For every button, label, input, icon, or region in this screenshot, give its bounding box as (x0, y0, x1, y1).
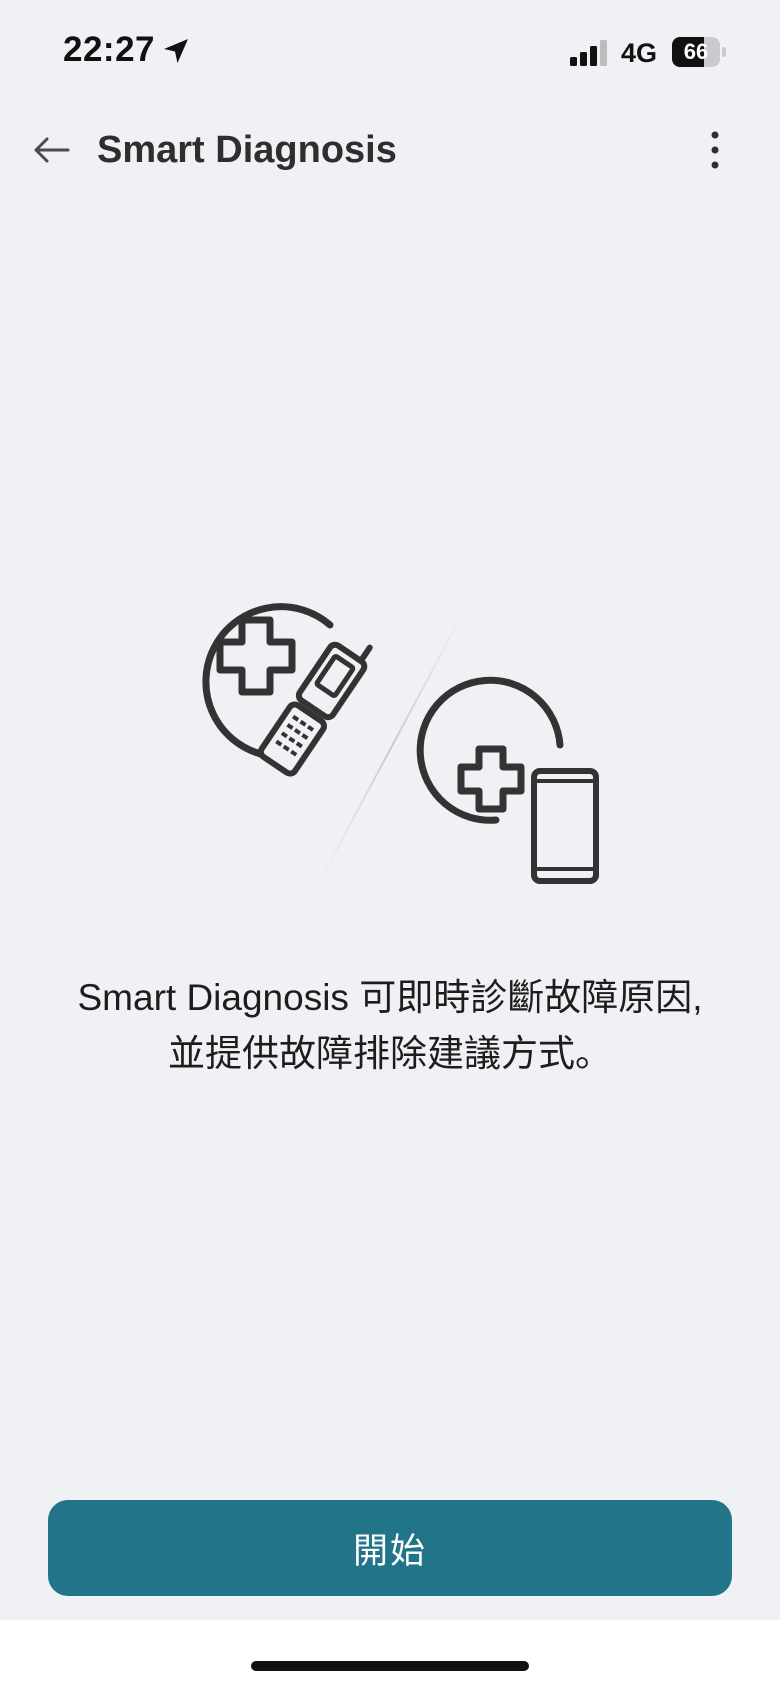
app-header: Smart Diagnosis (0, 110, 780, 190)
feature-phone-diagnosis-group (202, 603, 373, 777)
page-title: Smart Diagnosis (97, 129, 397, 171)
smartphone-diagnosis-group (416, 676, 599, 884)
status-bar: 22:27 4G 66 (0, 0, 780, 100)
network-type-label: 4G (621, 38, 658, 68)
back-button[interactable] (22, 120, 82, 180)
more-options-button[interactable] (690, 120, 740, 180)
description-text: Smart Diagnosis 可即時診斷故障原因, 並提供故障排除建議方式。 (40, 970, 740, 1082)
start-button[interactable]: 開始 (48, 1500, 732, 1596)
battery-icon: 66 (672, 37, 726, 67)
app-screen: 22:27 4G 66 Smart Diagnosis Smart Diagno… (0, 0, 780, 1620)
flip-phone-icon (257, 641, 373, 777)
description-line-2: 並提供故障排除建議方式。 (168, 1033, 612, 1074)
status-time: 22:27 (63, 30, 156, 69)
description-line-1: Smart Diagnosis 可即時診斷故障原因, (77, 977, 703, 1018)
location-arrow-icon (164, 39, 188, 63)
home-indicator (251, 1661, 529, 1671)
cellular-signal-icon (570, 40, 607, 66)
battery-tip (722, 47, 726, 57)
battery-percentage: 66 (683, 39, 709, 64)
diagnosis-illustration (202, 599, 599, 891)
arrow-left-icon (34, 137, 70, 163)
smartphone-icon (531, 768, 599, 884)
medical-cross-icon (216, 616, 296, 696)
medical-cross-icon-2 (457, 745, 525, 813)
more-vertical-icon (711, 131, 719, 169)
